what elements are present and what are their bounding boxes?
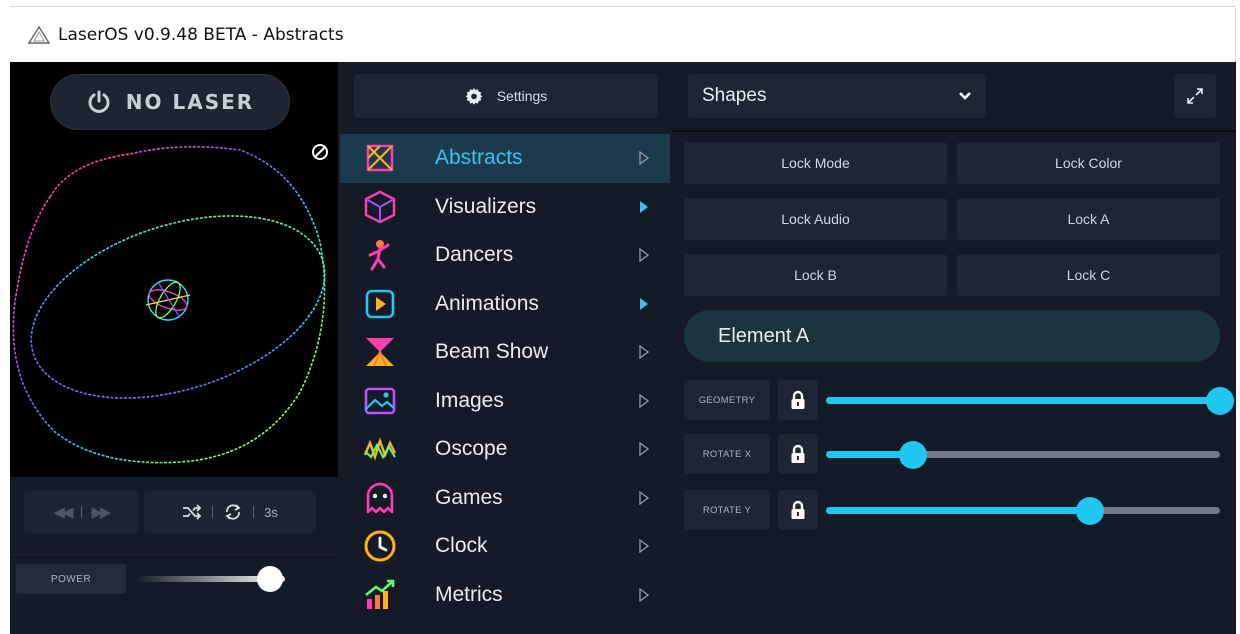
power-control: POWER — [10, 557, 338, 634]
power-slider-thumb[interactable] — [257, 566, 283, 592]
images-icon — [364, 387, 396, 414]
fullscreen-button[interactable] — [1174, 74, 1216, 118]
menu-item-images[interactable]: Images — [340, 377, 670, 426]
lock-a-button[interactable]: Lock A — [957, 198, 1220, 240]
chevron-down-icon — [959, 92, 971, 100]
category-panel: Settings Abstracts Visualizers Dancers A… — [340, 62, 670, 634]
mode-settings-panel: Shapes Lock Mode Lock Color Lock Audio L… — [672, 62, 1236, 634]
menu-item-visualizers[interactable]: Visualizers — [340, 183, 670, 232]
param-lock-button[interactable] — [778, 434, 818, 474]
menu-item-games[interactable]: Games — [340, 474, 670, 523]
padlock-icon — [791, 444, 805, 463]
laser-preview-canvas — [12, 146, 326, 464]
param-lock-button[interactable] — [778, 490, 818, 530]
no-laser-button[interactable]: NO LASER — [50, 74, 290, 130]
param-slider-thumb[interactable] — [898, 441, 927, 469]
app-window: NO LASER ◀◀ ▶▶ 3s POWER Settings Abstrac… — [10, 62, 1236, 634]
dancers-icon — [368, 240, 390, 271]
no-laser-label: NO LASER — [125, 90, 255, 114]
lock-color-button[interactable]: Lock Color — [957, 142, 1220, 184]
chevron-right-icon — [639, 345, 650, 359]
beam-show-icon — [366, 338, 394, 367]
menu-item-dancers[interactable]: Dancers — [340, 231, 670, 280]
menu-item-metrics[interactable]: Metrics — [340, 571, 670, 620]
chevron-right-icon — [640, 200, 648, 213]
mode-dropdown[interactable]: Shapes — [688, 74, 986, 118]
metrics-icon — [365, 579, 395, 609]
fast-forward-icon[interactable]: ▶▶ — [92, 503, 112, 521]
param-slider-fill — [826, 397, 1220, 404]
animations-icon — [365, 289, 395, 318]
mode-dropdown-value: Shapes — [702, 85, 767, 106]
visualizers-icon — [364, 190, 396, 223]
param-row-geometry: GEOMETRY — [684, 380, 1234, 420]
lock-mode-button[interactable]: Lock Mode — [684, 142, 947, 184]
chevron-right-icon — [639, 587, 650, 602]
chevron-right-icon — [639, 393, 650, 408]
lock-b-button[interactable]: Lock B — [684, 254, 947, 296]
menu-item-clock[interactable]: Clock — [340, 522, 670, 571]
param-slider[interactable] — [826, 387, 1234, 415]
padlock-icon — [791, 500, 805, 519]
param-row-rotate-y: ROTATE Y — [684, 490, 1224, 530]
settings-button[interactable]: Settings — [354, 74, 658, 118]
param-slider-fill — [826, 507, 1090, 514]
transport-controls: ◀◀ ▶▶ 3s — [10, 477, 338, 557]
playback-mode-buttons: 3s — [144, 491, 316, 533]
mode-toolbar: Shapes — [672, 62, 1236, 132]
power-icon — [88, 90, 110, 113]
menu-item-beam-show[interactable]: Beam Show — [340, 328, 670, 377]
padlock-icon — [791, 390, 805, 409]
laser-app-icon — [28, 25, 50, 44]
oscope-icon — [363, 437, 397, 461]
category-menu: Abstracts Visualizers Dancers Animations… — [340, 134, 670, 619]
param-label: ROTATE Y — [684, 490, 770, 530]
gear-icon — [465, 88, 483, 105]
lock-c-button[interactable]: Lock C — [957, 254, 1220, 296]
param-slider[interactable] — [826, 441, 1220, 469]
abstracts-icon — [366, 144, 394, 172]
games-icon — [366, 482, 394, 513]
chevron-right-icon — [639, 151, 650, 165]
element-section-header[interactable]: Element A — [684, 310, 1220, 362]
outer-wave-loop — [12, 146, 326, 464]
lock-audio-button[interactable]: Lock Audio — [684, 198, 947, 240]
shuffle-icon[interactable] — [182, 504, 202, 520]
param-slider-thumb[interactable] — [1075, 497, 1104, 525]
chevron-right-icon — [639, 248, 650, 262]
clock-icon — [364, 530, 396, 562]
preview-panel: NO LASER ◀◀ ▶▶ 3s POWER — [10, 62, 338, 634]
rewind-icon[interactable]: ◀◀ — [53, 503, 73, 521]
param-lock-button[interactable] — [778, 380, 818, 420]
repeat-icon[interactable] — [223, 503, 243, 521]
expand-icon — [1187, 88, 1203, 104]
param-label: GEOMETRY — [684, 380, 770, 420]
chevron-right-icon — [639, 490, 650, 505]
skip-buttons[interactable]: ◀◀ ▶▶ — [24, 491, 138, 533]
param-slider-thumb[interactable] — [1206, 387, 1234, 415]
inner-orbit-loop — [30, 215, 326, 399]
settings-label: Settings — [496, 88, 548, 104]
menu-item-oscope[interactable]: Oscope — [340, 425, 670, 474]
menu-item-abstracts[interactable]: Abstracts — [340, 134, 670, 183]
center-sphere — [145, 279, 191, 321]
window-title: LaserOS v0.9.48 BETA - Abstracts — [58, 24, 344, 45]
param-label: ROTATE X — [684, 434, 770, 474]
chevron-right-icon — [639, 442, 650, 456]
menu-item-animations[interactable]: Animations — [340, 280, 670, 329]
loop-duration[interactable]: 3s — [264, 505, 278, 520]
power-label: POWER — [16, 564, 126, 594]
chevron-right-icon — [639, 539, 650, 553]
param-row-rotate-x: ROTATE X — [684, 434, 1224, 474]
chevron-right-icon — [640, 297, 648, 310]
title-bar: LaserOS v0.9.48 BETA - Abstracts — [10, 6, 1236, 62]
param-slider[interactable] — [826, 497, 1220, 525]
